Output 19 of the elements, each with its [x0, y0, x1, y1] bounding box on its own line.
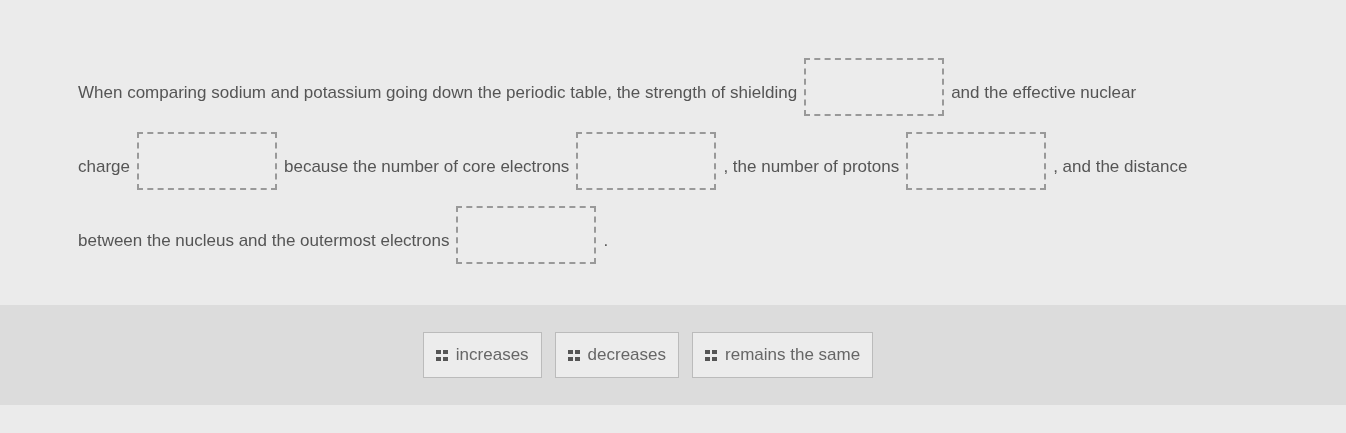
drag-handle-icon: [567, 349, 580, 361]
sentence-text: and the effective nuclear: [951, 82, 1137, 105]
drag-handle-icon: [435, 349, 448, 361]
sentence-text: When comparing sodium and potassium going down the periodic table, the strength of shielding: [78, 82, 798, 105]
drop-zone[interactable]: [456, 206, 597, 264]
answer-chip[interactable]: increases: [422, 332, 542, 378]
answer-chip[interactable]: remains the same: [692, 332, 874, 378]
sentence-text: , the number of protons: [723, 156, 900, 179]
sentence-text: charge: [78, 156, 130, 179]
drop-zone[interactable]: [137, 132, 277, 190]
drop-zone[interactable]: [804, 58, 945, 116]
sentence-text: because the number of core electrons: [284, 156, 570, 179]
drop-zone[interactable]: [906, 132, 1047, 190]
drop-zone[interactable]: [576, 132, 717, 190]
sentence-text: .: [603, 230, 609, 253]
sentence-text: between the nucleus and the outermost electrons: [78, 230, 450, 253]
drag-handle-icon: [705, 349, 718, 361]
sentence-text: , and the distance: [1053, 156, 1188, 179]
answer-chip[interactable]: decreases: [554, 332, 680, 378]
